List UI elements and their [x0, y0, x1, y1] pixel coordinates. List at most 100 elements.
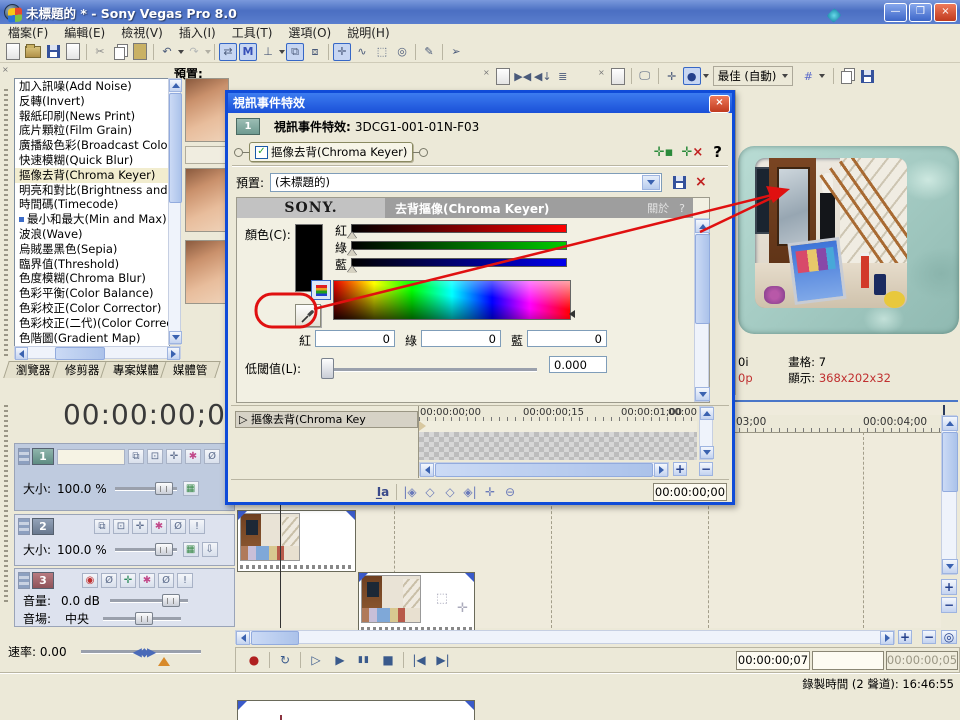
external-monitor-icon[interactable]: 🖵	[636, 67, 654, 85]
effect-item[interactable]: 報紙印刷(News Print)	[15, 109, 169, 124]
delete-keyframe-button[interactable]: ⊖	[500, 484, 520, 500]
save-icon[interactable]	[44, 43, 62, 61]
loop-playback-button[interactable]: ↻	[273, 650, 297, 670]
normal-edit-tool-icon[interactable]: ✛	[333, 43, 351, 61]
red-channel-bar[interactable]	[351, 224, 567, 233]
audio-event[interactable]	[237, 700, 475, 720]
arm-record-icon[interactable]: ◉	[82, 573, 98, 588]
play-button[interactable]: ▶	[328, 650, 352, 670]
sync-cursor-icon[interactable]: I̲a	[373, 484, 393, 500]
new-project-icon[interactable]	[4, 43, 22, 61]
compositing-mode-icon[interactable]: ⊡	[113, 519, 129, 534]
scroll-left-icon[interactable]	[236, 631, 250, 645]
overlay-grid-icon[interactable]: #	[799, 67, 817, 85]
effect-item[interactable]: 色彩校正(二代)(Color Correc	[15, 316, 169, 331]
effect-item[interactable]: 色階圖(Gradient Map)	[15, 331, 169, 346]
delete-preset-icon[interactable]: ×	[695, 174, 707, 190]
lock-envelopes-icon[interactable]: ⧉	[286, 43, 304, 61]
insert-bus-icon[interactable]	[494, 67, 512, 85]
menu-edit[interactable]: 編輯(E)	[56, 24, 113, 41]
open-icon[interactable]	[24, 43, 42, 61]
track-number[interactable]: 2	[32, 518, 54, 535]
save-preset-icon[interactable]	[670, 173, 688, 191]
zoom-tool-icon[interactable]: ◎	[941, 630, 957, 644]
scroll-thumb[interactable]	[435, 463, 653, 477]
selection-edit-tool-icon[interactable]: ⬚	[373, 43, 391, 61]
eyedropper-button[interactable]	[295, 304, 321, 327]
tab-media-manager[interactable]: 媒體管	[160, 361, 220, 378]
track-fx-icon[interactable]: ✛	[166, 449, 182, 464]
effects-list-scrollbar[interactable]	[168, 78, 181, 345]
color-palette-button[interactable]	[311, 280, 331, 300]
combo-dropdown-icon[interactable]	[642, 175, 660, 190]
scroll-up-icon[interactable]	[700, 407, 714, 420]
video-output-fx-icon[interactable]: ✛	[663, 67, 681, 85]
track-header-3[interactable]: 3 ◉ Ø ✛ ✱ Ø ! 音量: 0.0 dB 音場: 中央	[14, 568, 235, 627]
effect-item[interactable]: 時間碼(Timecode)	[15, 197, 169, 212]
green-channel-bar[interactable]	[351, 241, 567, 250]
dialog-title-bar[interactable]: 視訊事件特效 ×	[228, 93, 732, 113]
track-fx-icon[interactable]: ✛	[132, 519, 148, 534]
cut-icon[interactable]: ✂	[91, 43, 109, 61]
automation-settings-icon[interactable]: ✱	[151, 519, 167, 534]
preset-thumbnail[interactable]	[185, 240, 229, 304]
preset-combobox[interactable]: (未標題的)	[270, 173, 662, 192]
timeline-grip[interactable]	[0, 395, 12, 672]
keyframe-track-label[interactable]: ▷ 摳像去背(Chroma Key	[235, 411, 418, 428]
mixer-properties-icon[interactable]: ≣	[554, 67, 572, 85]
red-channel-marker[interactable]	[347, 232, 357, 239]
enable-snapping-icon[interactable]: ⇄	[219, 43, 237, 61]
scroll-thumb[interactable]	[55, 347, 105, 360]
quality-dropdown-icon[interactable]	[703, 74, 709, 78]
about-link[interactable]: 關於?	[639, 198, 693, 218]
fade-handle-icon[interactable]	[238, 701, 247, 710]
track-fx-icon[interactable]: ✛	[120, 573, 136, 588]
effect-item[interactable]: 廣播級色彩(Broadcast Colors	[15, 138, 169, 153]
effect-item[interactable]: 最小和最大(Min and Max)	[15, 212, 169, 227]
scroll-thumb[interactable]	[169, 93, 182, 203]
close-button[interactable]: ×	[934, 3, 957, 22]
low-threshold-thumb[interactable]	[321, 358, 334, 379]
zoom-edit-tool-icon[interactable]: ◎	[393, 43, 411, 61]
scroll-thumb[interactable]	[942, 432, 958, 492]
scroll-right-icon[interactable]	[654, 463, 668, 477]
make-compositing-child-icon[interactable]: ⇩	[202, 542, 218, 557]
zoom-in-track-height-icon[interactable]: +	[941, 579, 957, 595]
save-snapshot-icon[interactable]	[858, 67, 876, 85]
insert-envelope-dropdown-icon[interactable]	[279, 50, 285, 54]
play-from-start-button[interactable]: ▷	[304, 650, 328, 670]
prev-keyframe-button[interactable]: ◇	[420, 484, 440, 500]
first-keyframe-button[interactable]: |◈	[400, 484, 420, 500]
timeline-hscrollbar[interactable]	[235, 630, 895, 644]
effect-item[interactable]: 快速模糊(Quick Blur)	[15, 153, 169, 168]
remove-plugin-icon[interactable]: ✛×	[681, 145, 703, 160]
track-grip-icon[interactable]	[18, 518, 30, 535]
effect-item[interactable]: 臨界值(Threshold)	[15, 257, 169, 272]
fade-handle-icon[interactable]	[465, 573, 474, 582]
color-spectrum[interactable]	[333, 280, 571, 320]
keyframe-hscrollbar[interactable]	[419, 462, 669, 476]
menu-options[interactable]: 選項(O)	[280, 24, 339, 41]
whats-this-help-icon[interactable]: ➢	[447, 43, 465, 61]
properties-icon[interactable]	[64, 43, 82, 61]
effect-item[interactable]: 反轉(Invert)	[15, 94, 169, 109]
transport-timecode-current[interactable]: 00:00:00;07	[736, 651, 810, 670]
insert-envelope-icon[interactable]: ⊥	[259, 43, 277, 61]
video-event-1[interactable]	[237, 510, 356, 572]
scroll-down-icon[interactable]	[169, 331, 182, 344]
insert-keyframe-button[interactable]: ✛	[480, 484, 500, 500]
menu-file[interactable]: 檔案(F)	[0, 24, 56, 41]
cursor-timecode-display[interactable]: 00:00:00;0	[14, 398, 226, 434]
effects-list-hscrollbar[interactable]	[14, 346, 181, 359]
green-value-field[interactable]: 0	[421, 330, 501, 347]
panel-close-icon[interactable]: ×	[598, 68, 605, 77]
pen-tool-icon[interactable]: ✎	[420, 43, 438, 61]
track-grip-icon[interactable]	[18, 448, 30, 465]
effect-item[interactable]: 烏賊墨黑色(Sepia)	[15, 242, 169, 257]
envelope-edit-tool-icon[interactable]: ∿	[353, 43, 371, 61]
event-pan-crop-icon[interactable]: ⬚	[436, 591, 448, 606]
zoom-in-time-icon[interactable]: +	[898, 630, 912, 644]
panel-close-icon[interactable]: ×	[2, 65, 9, 74]
kf-zoom-out-icon[interactable]: −	[699, 462, 713, 476]
add-plugin-icon[interactable]: ✛▪	[654, 145, 674, 160]
